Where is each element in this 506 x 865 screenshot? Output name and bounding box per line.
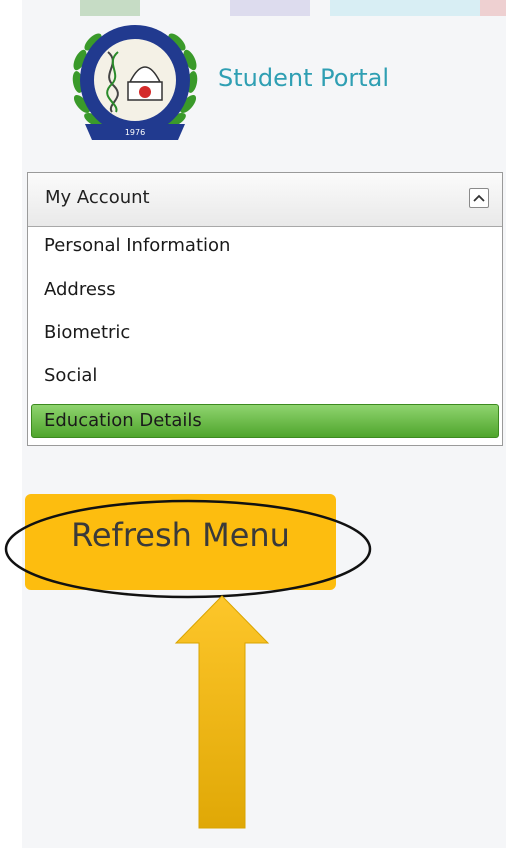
- menu-item-label: Personal Information: [44, 235, 231, 256]
- refresh-menu-button[interactable]: Refresh Menu: [25, 494, 336, 590]
- menu-item-address[interactable]: Address: [28, 273, 502, 309]
- collapse-button[interactable]: [469, 188, 489, 208]
- chevron-up-icon: [473, 194, 485, 202]
- menu-header[interactable]: My Account: [28, 173, 502, 227]
- menu-item-education-details[interactable]: Education Details: [31, 404, 499, 438]
- logo-year: 1976: [125, 128, 145, 137]
- menu-item-label: Social: [44, 365, 98, 386]
- menu-item-social[interactable]: Social: [28, 359, 502, 395]
- menu-item-label: Address: [44, 279, 116, 300]
- refresh-menu-label: Refresh Menu: [71, 516, 290, 554]
- menu-item-label: Education Details: [44, 410, 202, 431]
- portal-title: Student Portal: [218, 64, 390, 92]
- account-menu: My Account Personal Information Address …: [27, 172, 503, 446]
- menu-item-label: Biometric: [44, 322, 131, 343]
- menu-item-personal-information[interactable]: Personal Information: [28, 229, 502, 265]
- university-logo: 1976: [60, 12, 210, 157]
- menu-item-biometric[interactable]: Biometric: [28, 316, 502, 352]
- menu-header-label: My Account: [45, 187, 150, 208]
